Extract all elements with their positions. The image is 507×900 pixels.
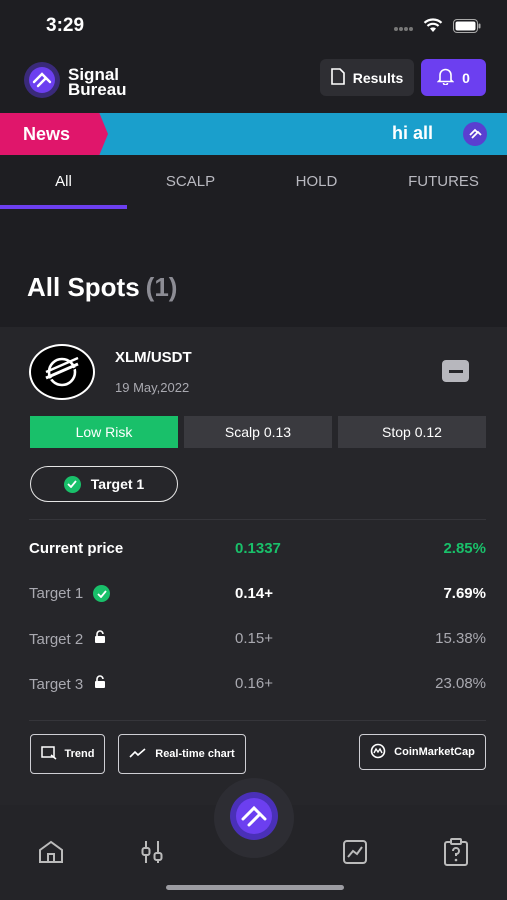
trend-label: Trend (64, 748, 95, 760)
tab-hold[interactable]: HOLD (253, 155, 380, 207)
trading-pair: XLM/USDT (115, 349, 192, 366)
target-reached-badge: Target 1 (30, 466, 178, 502)
tab-futures[interactable]: FUTURES (380, 155, 507, 207)
status-time: 3:29 (46, 15, 85, 36)
check-circle-icon (93, 585, 111, 602)
nav-filters[interactable] (137, 839, 167, 869)
clipboard-help-icon (443, 838, 469, 870)
row-label: Target 1 (29, 585, 111, 602)
row-value: 0.14+ (235, 585, 273, 602)
collapse-button[interactable] (442, 360, 469, 382)
section-title-text: All Spots (27, 272, 140, 302)
nav-charts[interactable] (340, 839, 370, 869)
tab-scalp[interactable]: SCALP (127, 155, 254, 207)
line-chart-icon (129, 747, 147, 762)
current-price-row: Current price 0.1337 2.85% (0, 540, 507, 564)
target-2-row: Target 2 0.15+ 15.38% (0, 630, 507, 654)
section-title: All Spots (1) (27, 272, 177, 303)
home-indicator (166, 885, 344, 890)
row-label: Current price (29, 540, 124, 557)
news-logo-icon (462, 121, 488, 151)
notifications-button[interactable]: 0 (421, 59, 486, 96)
row-percent: 23.08% (435, 675, 486, 692)
home-icon (38, 840, 64, 868)
notifications-count: 0 (462, 69, 470, 86)
row-label: Target 3 (29, 675, 107, 693)
bell-icon (436, 67, 455, 88)
stellar-coin-icon (29, 344, 95, 400)
coinmarketcap-icon (370, 743, 386, 762)
tab-all[interactable]: All (0, 155, 127, 207)
wifi-icon (423, 17, 443, 37)
realtime-chart-button[interactable]: Real-time chart (118, 734, 246, 774)
target-3-row: Target 3 0.16+ 23.08% (0, 675, 507, 699)
row-label-text: Target 1 (29, 585, 84, 602)
risk-badge: Low Risk (30, 416, 178, 448)
nav-help[interactable] (441, 838, 471, 870)
center-action-button[interactable] (214, 778, 294, 858)
row-label: Target 2 (29, 630, 107, 648)
unlock-icon (93, 675, 107, 693)
sliders-icon (139, 839, 165, 869)
results-label: Results (352, 69, 404, 86)
row-value: 0.1337 (235, 540, 281, 557)
category-tabs: All SCALP HOLD FUTURES (0, 155, 507, 210)
news-label: News (0, 113, 108, 155)
battery-icon (453, 18, 481, 37)
divider (29, 720, 486, 721)
target-1-row: Target 1 0.14+ 7.69% (0, 585, 507, 609)
check-circle-icon (63, 475, 81, 493)
target-badge-label: Target 1 (90, 476, 145, 492)
scalp-value: Scalp 0.13 (184, 416, 332, 448)
stop-value: Stop 0.12 (338, 416, 486, 448)
results-button[interactable]: Results (320, 59, 414, 96)
app-logo[interactable]: Signal Bureau (22, 60, 127, 104)
active-tab-indicator (0, 205, 127, 209)
realtime-label: Real-time chart (155, 748, 235, 760)
signal-card: XLM/USDT 19 May,2022 Low Risk Scalp 0.13… (0, 327, 507, 805)
news-ticker[interactable]: News hi all (0, 113, 507, 155)
chart-icon (342, 839, 368, 869)
row-value: 0.15+ (235, 630, 273, 647)
row-percent: 2.85% (443, 540, 486, 557)
logo-line2: Bureau (68, 80, 127, 99)
signal-date: 19 May,2022 (115, 380, 190, 395)
signal-icon (393, 18, 413, 37)
row-percent: 15.38% (435, 630, 486, 647)
row-label-text: Target 3 (29, 675, 84, 693)
app-logo-icon (228, 790, 280, 846)
coinmarketcap-label: CoinMarketCap (394, 746, 475, 758)
logo-text: Signal Bureau (68, 66, 127, 99)
row-label-text: Target 2 (29, 630, 84, 648)
trend-button[interactable]: Trend (30, 734, 105, 774)
document-icon (330, 67, 345, 88)
status-bar: 3:29 (0, 0, 507, 52)
nav-home[interactable] (36, 839, 66, 869)
trend-icon (40, 745, 57, 763)
row-value: 0.16+ (235, 675, 273, 692)
unlock-icon (93, 630, 107, 648)
app-header: Signal Bureau Results 0 (0, 52, 507, 110)
logo-icon (22, 60, 62, 104)
status-icons (393, 17, 481, 37)
divider (29, 519, 486, 520)
section-count: (1) (145, 272, 178, 302)
coinmarketcap-button[interactable]: CoinMarketCap (359, 734, 486, 770)
row-percent: 7.69% (443, 585, 486, 602)
news-text: hi all (392, 123, 434, 143)
